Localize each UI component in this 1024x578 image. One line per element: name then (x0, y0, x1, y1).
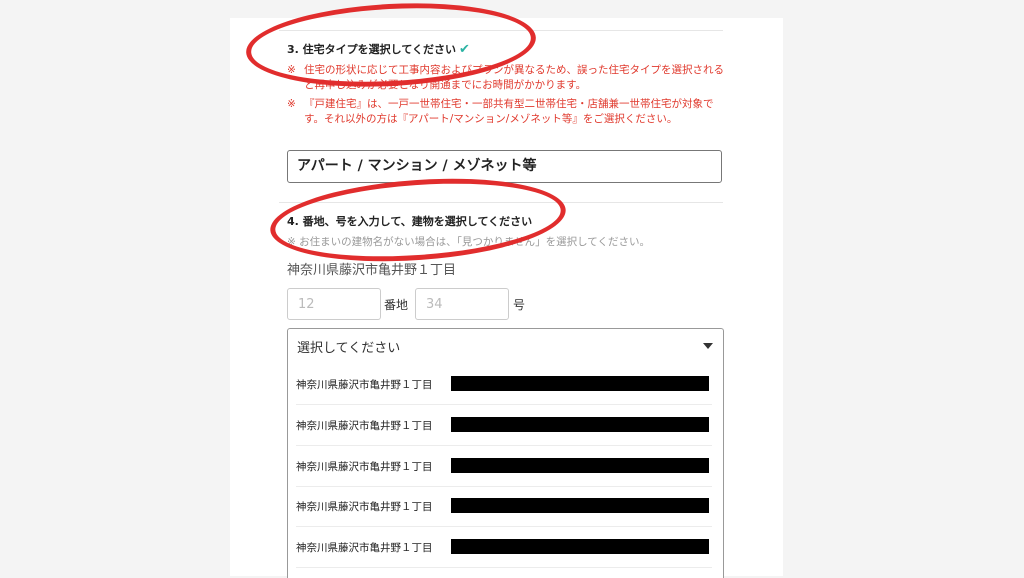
step4-note: ※ お住まいの建物名がない場合は、「見つかりません」を選択してください。 (287, 236, 650, 248)
check-icon: ✔ (459, 42, 470, 57)
divider (279, 30, 723, 31)
step4-title: 4. 番地、号を入力して、建物を選択してください (287, 215, 533, 228)
redaction-bar (451, 376, 709, 391)
redaction-bar (451, 417, 709, 432)
redaction-bar (451, 539, 709, 554)
building-option[interactable]: 神奈川県藤沢市亀井野１丁目 (296, 527, 712, 568)
building-option[interactable]: 神奈川県藤沢市亀井野１丁目 (296, 486, 712, 527)
building-option[interactable]: 神奈川県藤沢市亀井野１丁目 (296, 364, 712, 405)
housing-type-select[interactable]: アパート / マンション / メゾネット等 (287, 150, 722, 183)
banchi-input[interactable] (287, 288, 381, 320)
redaction-bar (451, 458, 709, 473)
step3-note-2: ※ 『戸建住宅』は、一戸一世帯住宅・一部共有型二世帯住宅・店舗兼一世帯住宅が対象… (287, 98, 714, 125)
step3-title: 3. 住宅タイプを選択してください ✔ (287, 42, 470, 57)
step3-note-1: ※ 住宅の形状に応じて工事内容およびプランが異なるため、誤った住宅タイプを選択さ… (287, 64, 724, 91)
chevron-down-icon[interactable] (703, 343, 713, 349)
banchi-label: 番地 (384, 298, 409, 312)
address-text: 神奈川県藤沢市亀井野１丁目 (287, 263, 457, 278)
redaction-bar (451, 498, 709, 513)
dropdown-placeholder: 選択してください (297, 341, 401, 356)
go-label: 号 (513, 298, 526, 312)
divider (279, 202, 723, 203)
building-option[interactable]: 神奈川県藤沢市亀井野１丁目 (296, 405, 712, 446)
go-input[interactable] (415, 288, 509, 320)
building-option[interactable]: 神奈川県藤沢市亀井野１丁目 (296, 446, 712, 487)
